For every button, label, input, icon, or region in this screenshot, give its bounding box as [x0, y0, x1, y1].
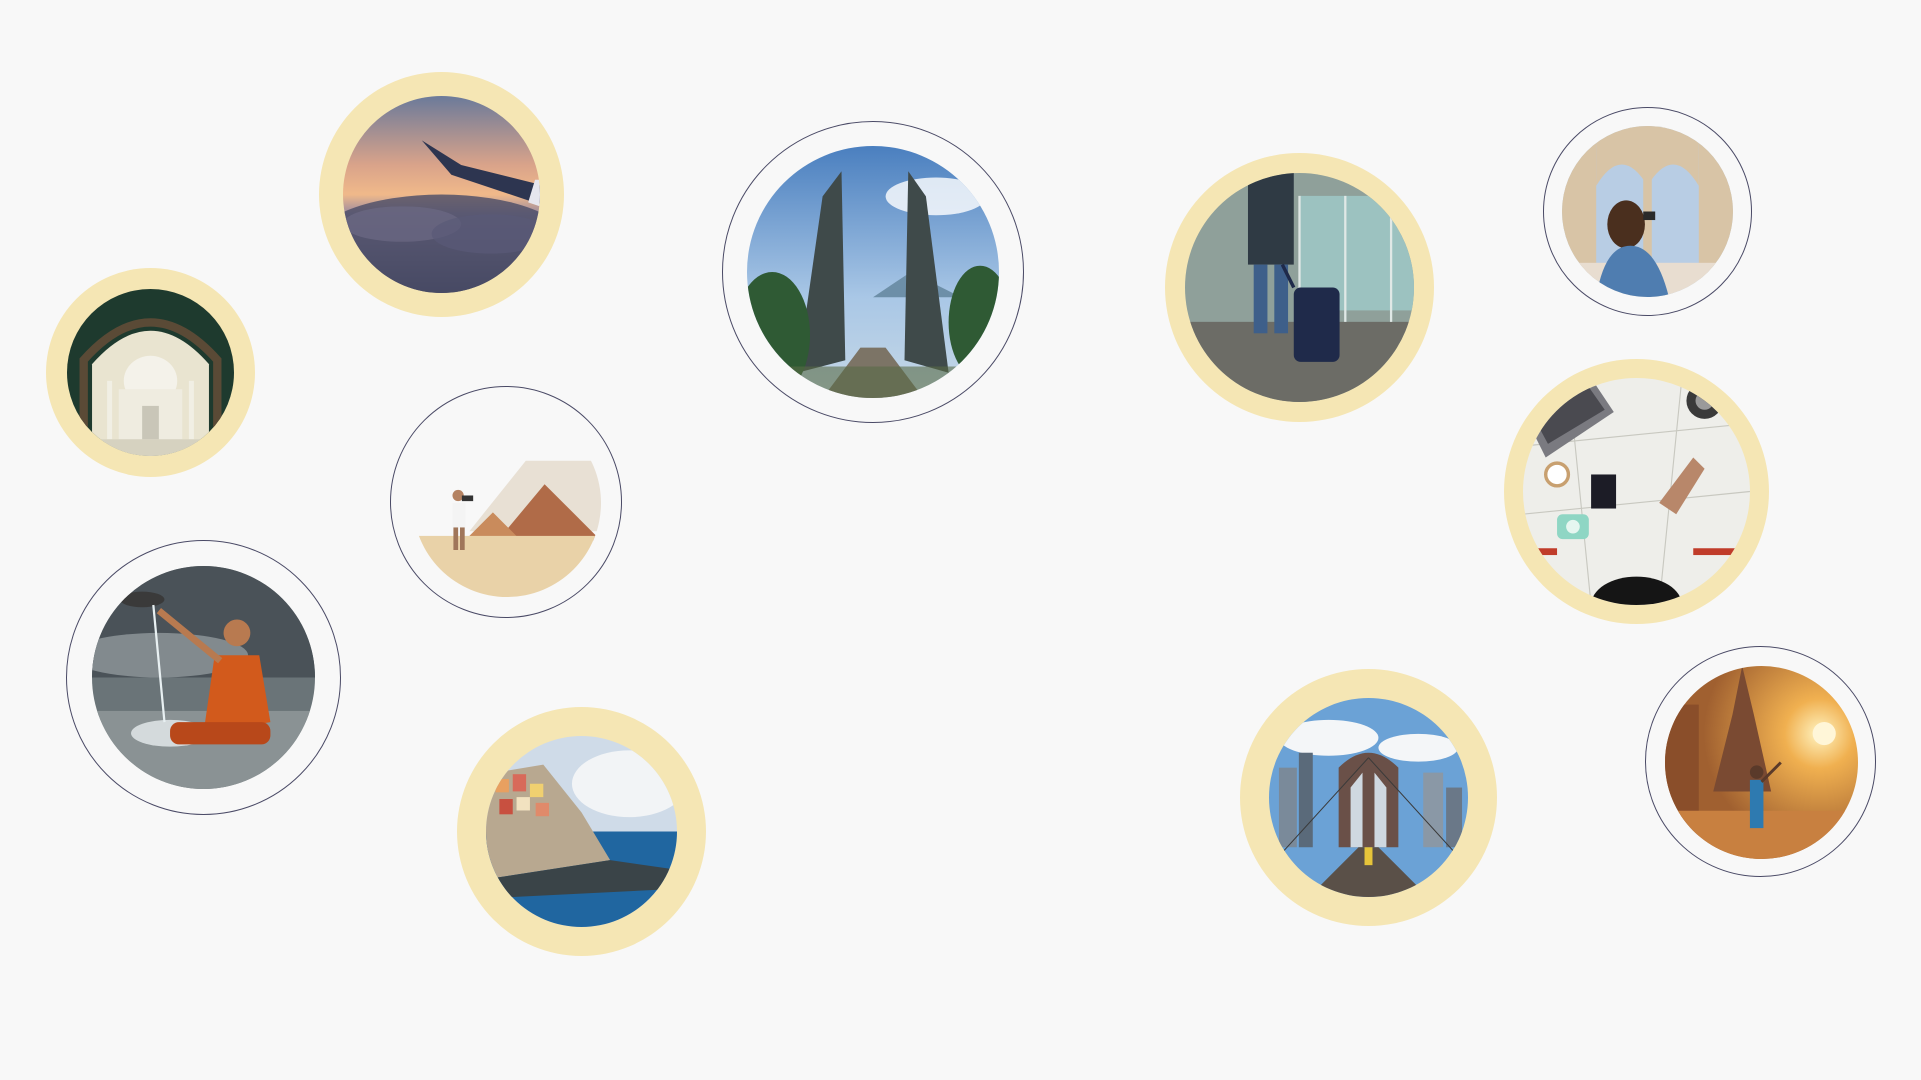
bridge-walkway-image [1269, 698, 1468, 897]
ruins-photographer-image [1562, 126, 1733, 297]
temple-gate-image [747, 146, 999, 398]
photo-airplane-wing-over-clouds[interactable] [319, 72, 564, 317]
photo-photographer-in-ruins[interactable] [1543, 107, 1752, 316]
photo-taj-mahal-through-arch[interactable] [46, 268, 255, 477]
pyramids-image [413, 409, 601, 597]
airplane-wing-image [343, 96, 540, 293]
traveler-suitcase-image [1185, 173, 1414, 402]
taj-mahal-image [67, 289, 234, 456]
cliffside-village-image [486, 736, 677, 927]
photo-temple-at-sunset-traveler[interactable] [1645, 646, 1876, 877]
photo-brooklyn-bridge-walkway[interactable] [1240, 669, 1497, 926]
photo-bali-temple-gate[interactable] [722, 121, 1024, 423]
travel-flatlay-image [1523, 378, 1750, 605]
photo-map-passport-camera-flatlay[interactable] [1504, 359, 1769, 624]
monk-water-image [92, 566, 315, 789]
photo-photographer-at-pyramids[interactable] [390, 386, 622, 618]
photo-cinque-terre-cliffside-village[interactable] [457, 707, 706, 956]
photo-collage [0, 0, 1921, 1080]
photo-monk-pouring-water[interactable] [66, 540, 341, 815]
photo-traveler-with-suitcase[interactable] [1165, 153, 1434, 422]
temple-sunset-image [1665, 666, 1858, 859]
